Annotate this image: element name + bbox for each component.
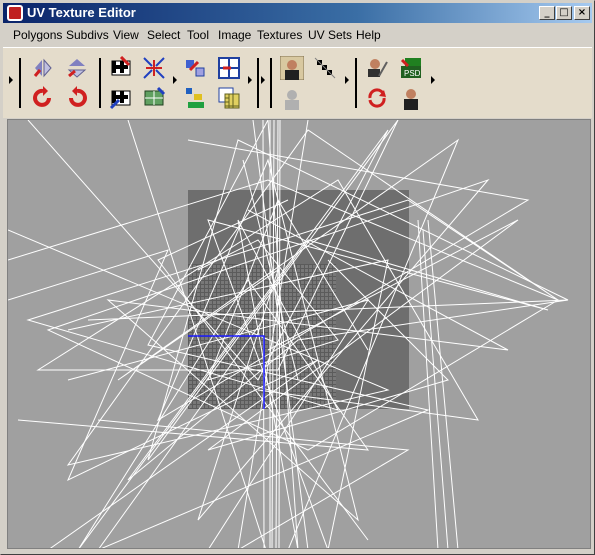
checker-map-icon[interactable]	[217, 86, 241, 110]
toggle-filter-icon[interactable]	[313, 56, 337, 80]
menu-tool[interactable]: Tool	[187, 28, 209, 42]
menu-image[interactable]: Image	[218, 28, 251, 42]
maximize-button[interactable]: □	[556, 6, 572, 20]
maya-app-icon[interactable]	[7, 5, 23, 21]
menu-subdivs[interactable]: Subdivs	[66, 28, 109, 42]
minimize-button[interactable]: _	[539, 6, 555, 20]
toolbar-separator	[355, 58, 357, 108]
toolbar-separator	[257, 58, 259, 108]
shelf-collapse-arrow[interactable]	[173, 76, 177, 84]
toolbar-separator	[99, 58, 101, 108]
uv-wireframe	[8, 120, 569, 548]
cut-uv-edges-icon[interactable]	[109, 56, 133, 80]
psd-network-icon[interactable]: PSD	[399, 56, 423, 80]
shelf-collapse-arrow[interactable]	[431, 76, 435, 84]
toolbar: PSD	[3, 47, 592, 118]
menu-select[interactable]: Select	[147, 28, 180, 42]
uv-editor-viewport[interactable]	[7, 119, 591, 549]
flip-v-icon[interactable]	[65, 56, 89, 80]
shelf-collapse-arrow[interactable]	[9, 76, 13, 84]
snapshot-uvs-icon[interactable]	[365, 56, 389, 80]
menu-view[interactable]: View	[113, 28, 139, 42]
toolbar-separator	[270, 58, 272, 108]
flip-u-icon[interactable]	[31, 56, 55, 80]
menu-bar: Polygons Subdivs View Select Tool Image …	[3, 25, 592, 45]
reload-texture-icon[interactable]	[365, 86, 389, 110]
display-image-icon[interactable]	[280, 56, 304, 80]
title-bar[interactable]: UV Texture Editor _ □ ×	[3, 3, 592, 23]
rotate-cw-icon[interactable]	[65, 86, 89, 110]
grid-uvs-icon[interactable]	[217, 56, 241, 80]
move-sew-icon[interactable]	[184, 56, 208, 80]
svg-text:PSD: PSD	[404, 69, 421, 78]
close-button[interactable]: ×	[574, 6, 590, 20]
uv-texture-editor-window: UV Texture Editor _ □ × Polygons Subdivs…	[0, 0, 595, 555]
shelf-collapse-arrow[interactable]	[345, 76, 349, 84]
menu-polygons[interactable]: Polygons	[13, 28, 62, 42]
toolbar-separator	[19, 58, 21, 108]
menu-help[interactable]: Help	[356, 28, 381, 42]
window-title: UV Texture Editor	[27, 5, 136, 20]
dim-image-icon[interactable]	[280, 86, 304, 110]
texture-borders-icon[interactable]	[399, 86, 423, 110]
shelf-collapse-arrow[interactable]	[248, 76, 252, 84]
menu-textures[interactable]: Textures	[257, 28, 302, 42]
sew-uv-edges-icon[interactable]	[142, 56, 166, 80]
layout-uvs-icon[interactable]	[184, 86, 208, 110]
menu-uv-sets[interactable]: UV Sets	[308, 28, 352, 42]
relax-uvs-icon[interactable]	[142, 86, 166, 110]
map-uv-border-icon[interactable]	[109, 86, 133, 110]
rotate-ccw-icon[interactable]	[31, 86, 55, 110]
shelf-collapse-arrow[interactable]	[261, 76, 265, 84]
